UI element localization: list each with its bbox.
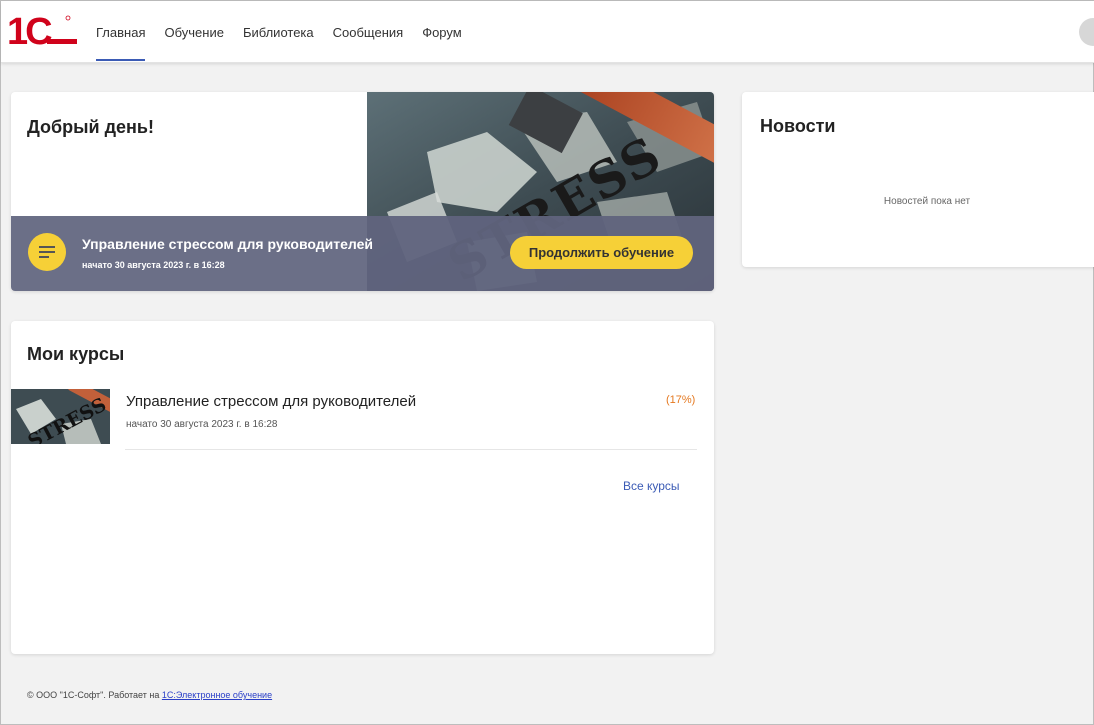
news-title: Новости [760, 116, 836, 136]
all-courses-link[interactable]: Все курсы [623, 479, 680, 493]
nav-messages[interactable]: Сообщения [333, 1, 423, 63]
my-courses-title: Мои курсы [27, 344, 125, 364]
nav-library[interactable]: Библиотека [243, 1, 333, 63]
footer: © ООО "1С-Софт". Работает на 1С:Электрон… [27, 690, 272, 700]
nav-forum[interactable]: Форум [422, 1, 481, 63]
divider [125, 449, 697, 450]
current-course-bar: Управление стрессом для руководителей на… [11, 216, 714, 291]
my-courses-card: Мои курсы STRESS Управление стрессом для… [11, 321, 714, 654]
footer-elearning-link[interactable]: 1С:Электронное обучение [162, 690, 272, 700]
1c-logo[interactable]: 1C [7, 11, 79, 53]
course-progress: (17%) [666, 394, 696, 406]
news-empty-message: Новостей пока нет [883, 196, 971, 207]
course-name-link[interactable]: Управление стрессом для руководителей [126, 393, 416, 410]
course-thumbnail[interactable]: STRESS [11, 389, 110, 444]
footer-copyright: © ООО "1С-Софт". Работает на [27, 690, 162, 700]
course-list-icon [28, 233, 66, 271]
news-card: Новости Новостей пока нет [742, 92, 1094, 267]
current-course-title[interactable]: Управление стрессом для руководителей [82, 236, 373, 252]
nav-learning[interactable]: Обучение [164, 1, 242, 63]
course-started-date: начато 30 августа 2023 г. в 16:28 [126, 419, 278, 430]
top-navigation-bar: 1C Главная Обучение Библиотека Сообщения… [1, 1, 1094, 63]
svg-text:1C: 1C [7, 13, 52, 49]
main-nav: Главная Обучение Библиотека Сообщения Фо… [96, 1, 481, 63]
nav-home[interactable]: Главная [96, 1, 164, 63]
user-avatar[interactable] [1079, 18, 1094, 46]
welcome-card: Добрый день! STRESS Управление стрессом … [11, 92, 714, 291]
greeting-title: Добрый день! [27, 117, 154, 137]
continue-learning-button[interactable]: Продолжить обучение [510, 236, 693, 269]
current-course-started: начато 30 августа 2023 г. в 16:28 [82, 260, 225, 270]
